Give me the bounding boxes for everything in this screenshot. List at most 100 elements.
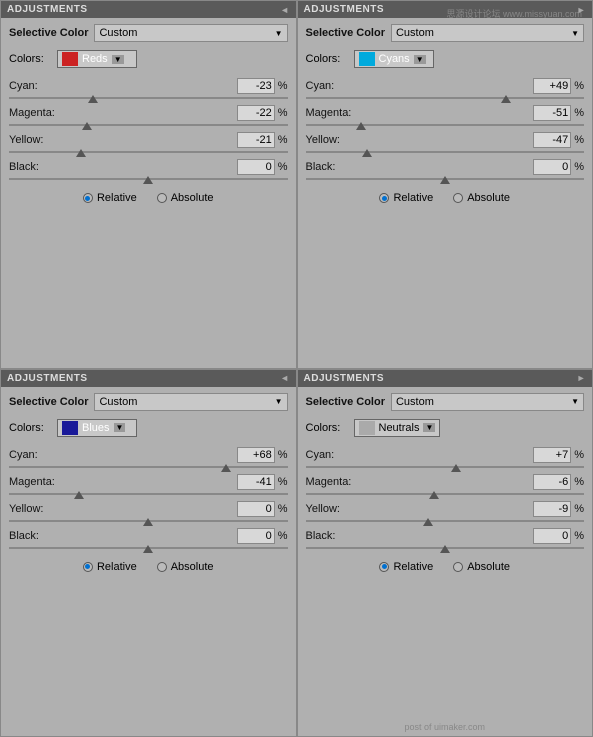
radio-relative[interactable]: Relative <box>379 561 433 573</box>
slider-value[interactable]: -47 <box>533 132 571 148</box>
slider-track[interactable] <box>9 151 288 153</box>
slider-thumb <box>82 122 92 130</box>
slider-value[interactable]: -6 <box>533 474 571 490</box>
slider-value[interactable]: -23 <box>237 78 275 94</box>
slider-percent-label: % <box>574 530 584 542</box>
radio-absolute[interactable]: Absolute <box>453 561 510 573</box>
slider-value[interactable]: -41 <box>237 474 275 490</box>
slider-percent-label: % <box>278 80 288 92</box>
slider-label: Cyan: <box>306 449 361 461</box>
slider-label: Black: <box>306 530 361 542</box>
preset-dropdown-value: Custom <box>396 396 434 408</box>
slider-value-box: +7% <box>533 447 584 463</box>
preset-dropdown[interactable]: Custom▼ <box>94 24 287 42</box>
slider-label: Yellow: <box>9 134 64 146</box>
slider-row-0: Cyan:+68% <box>9 447 288 468</box>
panel-top-right: ADJUSTMENTS►Selective ColorCustom▼Colors… <box>297 0 593 369</box>
slider-value[interactable]: 0 <box>533 159 571 175</box>
slider-thumb <box>440 176 450 184</box>
slider-label-row: Magenta:-6% <box>306 474 585 490</box>
slider-track[interactable] <box>9 124 288 126</box>
slider-value[interactable]: -22 <box>237 105 275 121</box>
slider-row-2: Yellow:-21% <box>9 132 288 153</box>
color-dropdown-arrow-icon: ▼ <box>114 423 126 432</box>
slider-track[interactable] <box>306 493 585 495</box>
color-dropdown[interactable]: Neutrals▼ <box>354 419 441 437</box>
slider-label: Yellow: <box>9 503 64 515</box>
slider-percent-label: % <box>278 503 288 515</box>
panel-header-title: ADJUSTMENTS <box>7 373 88 384</box>
colors-row: Colors:Reds▼ <box>9 50 288 68</box>
slider-value[interactable]: -21 <box>237 132 275 148</box>
preset-dropdown[interactable]: Custom▼ <box>94 393 287 411</box>
radio-btn-relative <box>379 562 389 572</box>
slider-row-1: Magenta:-51% <box>306 105 585 126</box>
slider-track[interactable] <box>9 520 288 522</box>
radio-btn-absolute <box>453 193 463 203</box>
slider-percent-label: % <box>574 503 584 515</box>
slider-label: Magenta: <box>9 107 64 119</box>
slider-track[interactable] <box>306 97 585 99</box>
slider-value[interactable]: 0 <box>237 159 275 175</box>
radio-absolute[interactable]: Absolute <box>453 192 510 204</box>
slider-track[interactable] <box>306 466 585 468</box>
radio-absolute[interactable]: Absolute <box>157 192 214 204</box>
slider-value[interactable]: 0 <box>533 528 571 544</box>
slider-track[interactable] <box>9 493 288 495</box>
radio-btn-relative <box>379 193 389 203</box>
slider-value-box: 0% <box>237 501 288 517</box>
slider-track[interactable] <box>306 178 585 180</box>
slider-track[interactable] <box>9 466 288 468</box>
slider-value[interactable]: +7 <box>533 447 571 463</box>
slider-value[interactable]: +49 <box>533 78 571 94</box>
slider-value-box: 0% <box>237 159 288 175</box>
slider-label-row: Yellow:-9% <box>306 501 585 517</box>
slider-row-3: Black:0% <box>9 528 288 549</box>
slider-track[interactable] <box>306 547 585 549</box>
radio-relative[interactable]: Relative <box>379 192 433 204</box>
preset-dropdown[interactable]: Custom▼ <box>391 24 584 42</box>
panel-header-title: ADJUSTMENTS <box>304 373 385 384</box>
slider-percent-label: % <box>278 449 288 461</box>
slider-value[interactable]: 0 <box>237 501 275 517</box>
slider-track[interactable] <box>9 178 288 180</box>
slider-label: Yellow: <box>306 134 361 146</box>
panel-collapse-icon[interactable]: ◄ <box>280 5 289 15</box>
radio-absolute[interactable]: Absolute <box>157 561 214 573</box>
slider-percent-label: % <box>574 80 584 92</box>
slider-track[interactable] <box>306 151 585 153</box>
slider-value[interactable]: +68 <box>237 447 275 463</box>
panel-collapse-icon[interactable]: ◄ <box>280 373 289 383</box>
panel-body: Selective ColorCustom▼Colors:Cyans▼Cyan:… <box>298 18 593 368</box>
slider-track[interactable] <box>9 547 288 549</box>
slider-thumb <box>356 122 366 130</box>
color-dropdown[interactable]: Reds▼ <box>57 50 137 68</box>
color-dropdown[interactable]: Blues▼ <box>57 419 137 437</box>
slider-value-box: +49% <box>533 78 584 94</box>
slider-value[interactable]: -9 <box>533 501 571 517</box>
slider-track[interactable] <box>306 520 585 522</box>
slider-thumb <box>501 95 511 103</box>
slider-track[interactable] <box>9 97 288 99</box>
panel-collapse-icon[interactable]: ► <box>577 373 586 383</box>
slider-thumb <box>440 545 450 553</box>
panel-body: Selective ColorCustom▼Colors:Blues▼Cyan:… <box>1 387 296 737</box>
slider-percent-label: % <box>574 476 584 488</box>
slider-percent-label: % <box>574 134 584 146</box>
slider-label: Black: <box>9 530 64 542</box>
radio-row: Relative Absolute <box>9 192 288 204</box>
slider-value[interactable]: 0 <box>237 528 275 544</box>
slider-label-row: Yellow: -47% <box>306 132 585 148</box>
panel-bottom-left: ADJUSTMENTS ◄ Selective ColorCustom▼Colors… <box>0 369 297 737</box>
color-swatch <box>62 421 78 435</box>
radio-relative[interactable]: Relative <box>83 561 137 573</box>
preset-dropdown[interactable]: Custom▼ <box>391 393 584 411</box>
slider-row-2: Yellow: 0% <box>9 501 288 522</box>
slider-label-row: Black:0% <box>9 159 288 175</box>
radio-label-relative: Relative <box>97 192 137 204</box>
slider-value[interactable]: -51 <box>533 105 571 121</box>
radio-relative[interactable]: Relative <box>83 192 137 204</box>
slider-row-3: Black:0% <box>306 159 585 180</box>
color-dropdown[interactable]: Cyans▼ <box>354 50 434 68</box>
slider-track[interactable] <box>306 124 585 126</box>
